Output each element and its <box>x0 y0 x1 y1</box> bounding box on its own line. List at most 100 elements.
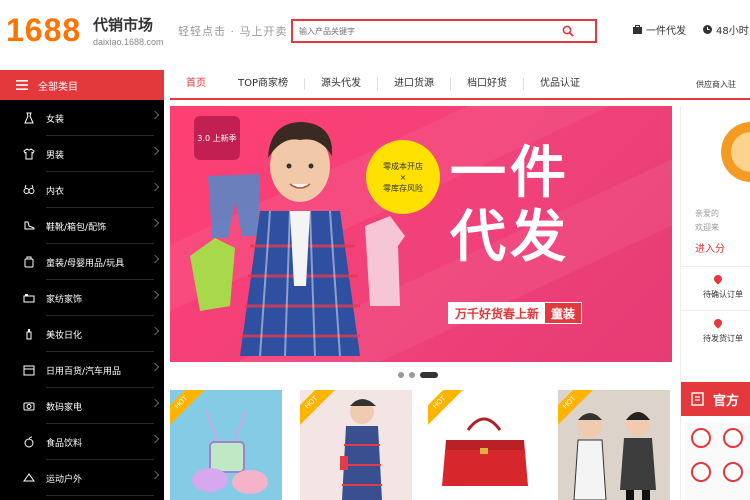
food-icon <box>22 435 36 449</box>
tab-stall-goods[interactable]: 档口好货 <box>451 78 525 90</box>
banner-headline-line: 一件 <box>450 141 570 206</box>
welcome-subtext: 欢迎来 <box>695 223 719 232</box>
sidebar-item-label: 女装 <box>46 114 65 125</box>
pending-confirm-orders[interactable]: 待确认订单 <box>681 266 750 310</box>
sidebar-item-cosmetics[interactable]: 美妆日化 <box>0 316 164 352</box>
supplier-join-link[interactable]: 供应商入驻 <box>696 79 736 90</box>
promo-bubble: 零成本开店 × 零库存风险 <box>366 140 440 214</box>
chevron-right-icon <box>150 290 160 300</box>
carousel-dots <box>398 372 438 378</box>
edit-icon <box>691 392 704 406</box>
underwear-icon <box>22 183 36 197</box>
sports-icon <box>22 471 36 485</box>
48h-shipping-link[interactable]: 48小时 <box>702 22 749 37</box>
chevron-right-icon <box>150 110 160 120</box>
48h-shipping-label: 48小时 <box>716 26 749 37</box>
enter-dropship-link[interactable]: 进入分 <box>695 240 725 255</box>
carousel-dot-active[interactable] <box>420 372 438 378</box>
sidebar-item-women[interactable]: 女装 <box>0 100 164 136</box>
hero-banner[interactable]: 3.0 上新季 零成本开店 × 零库存风险 一件 代发 万千好货春上新 童装 <box>170 106 672 362</box>
chevron-right-icon <box>150 362 160 372</box>
location-pin-icon <box>712 317 724 329</box>
sidebar-item-men[interactable]: 男装 <box>0 136 164 172</box>
daily-goods-icon <box>22 363 36 377</box>
pending-ship-orders[interactable]: 待发货订单 <box>681 310 750 354</box>
sidebar-item-home-textile[interactable]: 家纺家饰 <box>0 280 164 316</box>
sidebar-item-shoes-bags[interactable]: 鞋靴/箱包/配饰 <box>0 208 164 244</box>
chevron-right-icon <box>150 434 160 444</box>
carousel-dot[interactable] <box>409 372 415 378</box>
official-label: 官方 <box>713 393 740 409</box>
sidebar-item-label: 日用百货/汽车用品 <box>46 366 122 377</box>
search-icon <box>562 25 574 37</box>
carousel-dot[interactable] <box>398 372 404 378</box>
brand[interactable]: 代销市场 daixiao.1688.com <box>93 14 164 47</box>
all-categories-label: 全部类目 <box>38 81 78 93</box>
sidebar-item-digital[interactable]: 数码家电 <box>0 388 164 424</box>
avatar[interactable] <box>721 122 750 182</box>
banner-headline: 一件 代发 <box>450 142 570 270</box>
promo-bubble-line: 零成本开店 <box>383 161 423 171</box>
product-tile[interactable]: HOT <box>170 390 282 500</box>
sidebar-item-food[interactable]: 食品饮料 <box>0 424 164 460</box>
sidebar-item-label: 童装/母婴用品/玩具 <box>46 258 125 269</box>
all-categories-header[interactable]: 全部类目 <box>0 70 164 100</box>
search-button[interactable] <box>541 21 595 41</box>
site-logo[interactable]: 1688 <box>6 12 81 49</box>
kids-clothing-illustration <box>190 122 405 357</box>
product-tile[interactable]: HOT <box>300 390 412 500</box>
promo-bubble-line: 零库存风险 <box>383 183 423 193</box>
tab-source-dropship[interactable]: 源头代发 <box>305 78 379 90</box>
bag-icon <box>633 25 642 34</box>
official-grid <box>685 422 750 500</box>
sidebar-item-label: 男装 <box>46 150 65 161</box>
shoe-icon <box>22 219 36 233</box>
one-piece-dropship-label: 一件代发 <box>646 26 686 37</box>
tab-top-merchants[interactable]: TOP商家榜 <box>222 78 306 90</box>
one-piece-dropship-link[interactable]: 一件代发 <box>632 22 686 37</box>
search-input[interactable] <box>299 24 549 38</box>
product-tile[interactable]: HOT <box>428 390 540 500</box>
clock-icon <box>703 25 712 34</box>
banner-tagline-category: 童装 <box>545 303 582 323</box>
banner-headline-line: 代发 <box>450 205 570 270</box>
search-box <box>291 19 597 43</box>
category-sidebar: 全部类目 女装 男装 内衣 鞋靴/箱包/配饰 童装/母婴用品/玩具 家纺家饰 美… <box>0 70 164 500</box>
banner-tagline: 万千好货春上新 童装 <box>448 302 583 324</box>
sidebar-item-sports[interactable]: 运动户外 <box>0 460 164 496</box>
welcome-text: 亲爱的 <box>695 209 719 218</box>
sidebar-item-label: 美妆日化 <box>46 330 83 341</box>
tab-home[interactable]: 首页 <box>170 78 222 90</box>
chevron-right-icon <box>150 218 160 228</box>
brand-title: 代销市场 <box>93 16 154 34</box>
brand-subdomain: daixiao.1688.com <box>93 37 164 47</box>
sidebar-item-underwear[interactable]: 内衣 <box>0 172 164 208</box>
pending-confirm-label: 待确认订单 <box>703 290 743 299</box>
sidebar-item-label: 内衣 <box>46 186 65 197</box>
menu-icon <box>16 80 28 90</box>
slogan: 轻轻点击 · 马上开卖 <box>178 25 288 38</box>
shirt-icon <box>22 147 36 161</box>
promo-bubble-times: × <box>399 172 407 182</box>
pending-ship-label: 待发货订单 <box>703 334 743 343</box>
cosmetics-icon <box>22 327 36 341</box>
header: 1688 代销市场 daixiao.1688.com 轻轻点击 · 马上开卖 一… <box>0 0 750 64</box>
tab-quality-certified[interactable]: 优品认证 <box>524 78 596 90</box>
sidebar-item-daily-goods[interactable]: 日用百货/汽车用品 <box>0 352 164 388</box>
sidebar-item-kids-baby[interactable]: 童装/母婴用品/玩具 <box>0 244 164 280</box>
sidebar-item-label: 运动户外 <box>46 474 83 485</box>
sidebar-item-label: 食品饮料 <box>46 438 83 449</box>
chevron-right-icon <box>150 182 160 192</box>
sidebar-item-label: 鞋靴/箱包/配饰 <box>46 222 107 233</box>
camera-icon <box>22 399 36 413</box>
tab-imported-goods[interactable]: 进口货源 <box>378 78 452 90</box>
home-textile-icon <box>22 291 36 305</box>
product-tile[interactable]: HOT <box>558 390 670 500</box>
main-nav: 首页 TOP商家榜 源头代发 进口货源 档口好货 优品认证 供应商入驻 <box>170 70 750 100</box>
chevron-right-icon <box>150 398 160 408</box>
chevron-right-icon <box>150 470 160 480</box>
user-panel: 亲爱的 欢迎来 进入分 待确认订单 待发货订单 官方 <box>680 106 750 500</box>
banner-tagline-text: 万千好货春上新 <box>449 303 546 323</box>
official-header[interactable]: 官方 <box>681 382 750 416</box>
location-pin-icon <box>712 273 724 285</box>
